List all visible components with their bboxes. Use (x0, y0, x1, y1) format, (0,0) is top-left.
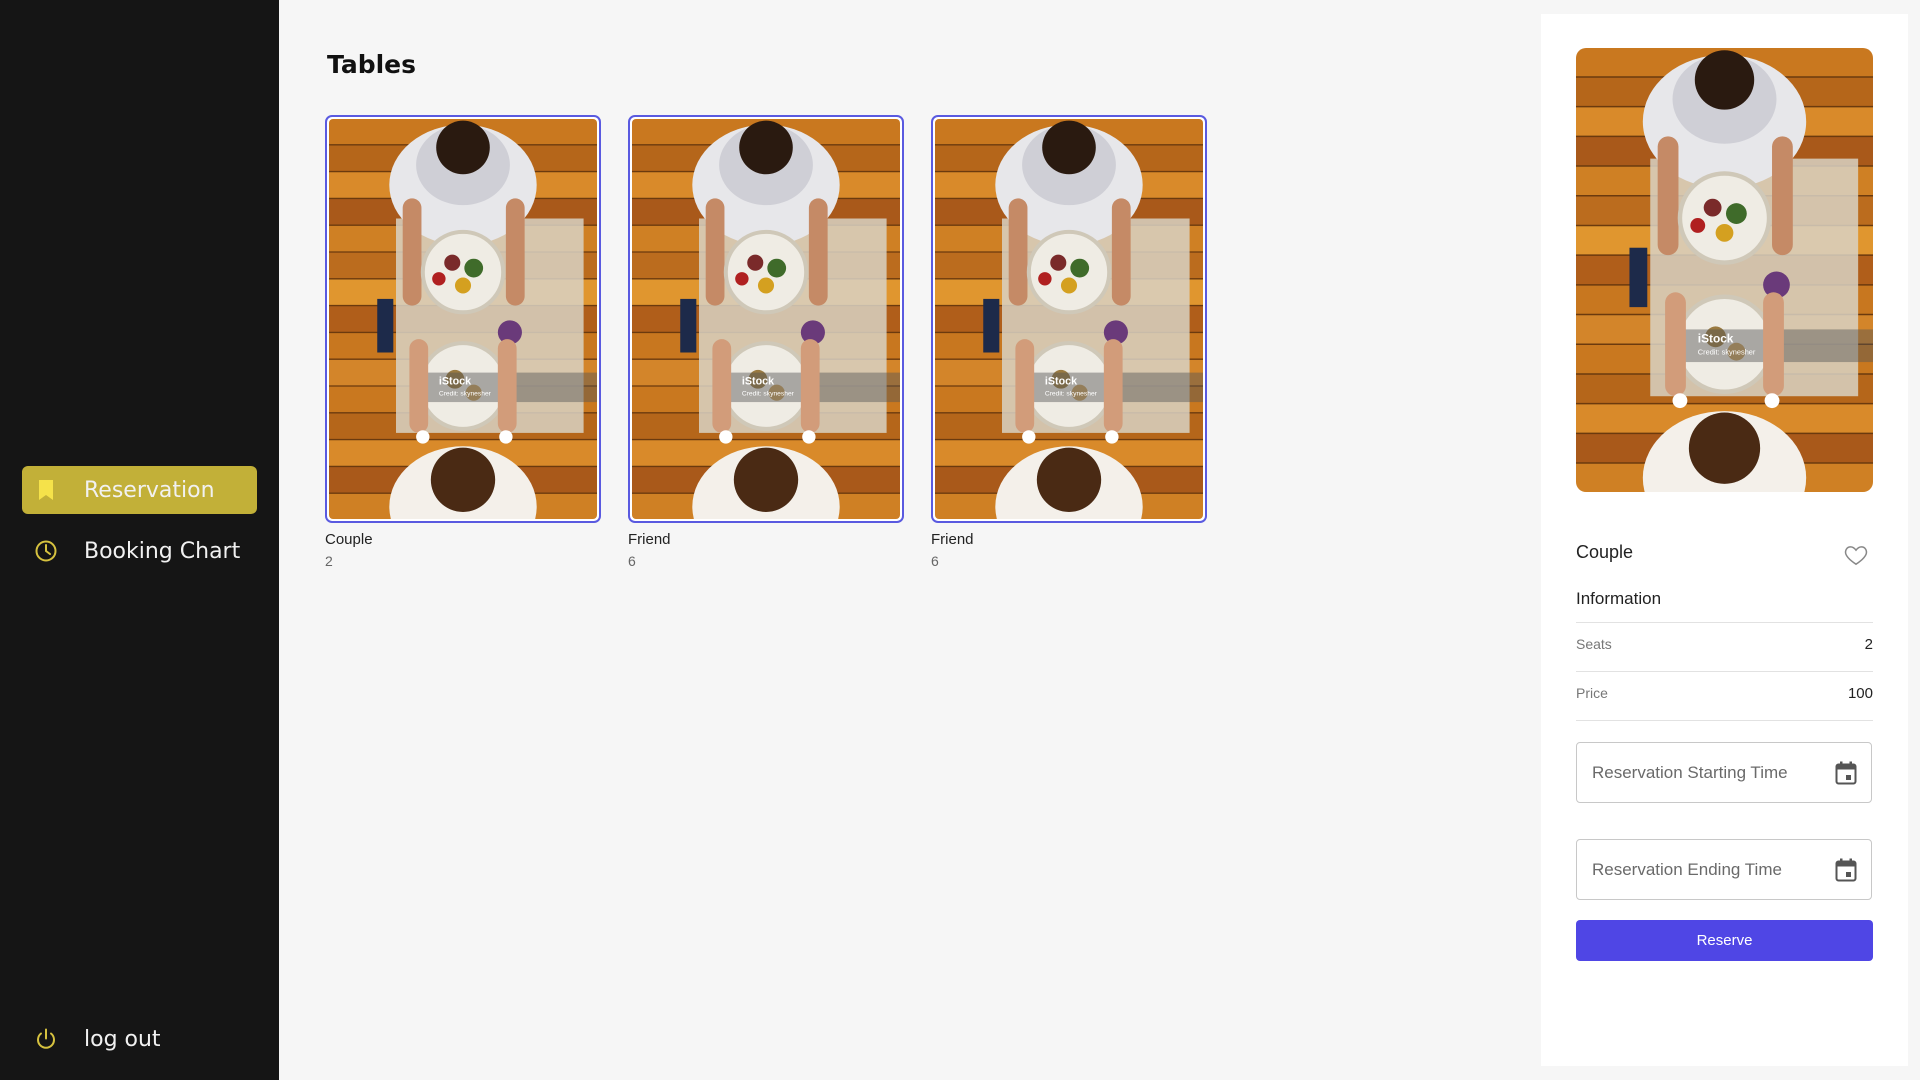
svg-text:Credit: skynesher: Credit: skynesher (1698, 348, 1756, 357)
price-value: 100 (1847, 685, 1873, 702)
reservation-start-field[interactable]: Reservation Starting Time (1576, 742, 1872, 803)
reserve-button[interactable]: Reserve (1576, 920, 1873, 961)
reservation-start-placeholder: Reservation Starting Time (1592, 762, 1788, 782)
seats-row: Seats 2 (1576, 636, 1873, 653)
logout-button[interactable]: log out (22, 1015, 257, 1063)
calendar-icon[interactable] (1833, 760, 1859, 786)
svg-text:iStock: iStock (742, 376, 774, 388)
divider (1576, 622, 1873, 623)
seats-value: 2 (1864, 636, 1873, 653)
table-photo: iStock Credit: skynesher (628, 115, 904, 523)
divider (1576, 671, 1873, 672)
table-photo: iStock Credit: skynesher (931, 115, 1207, 523)
svg-text:Credit: skynesher: Credit: skynesher (742, 390, 795, 397)
sidebar-item-reservation[interactable]: Reservation (22, 466, 257, 514)
svg-text:Credit: skynesher: Credit: skynesher (439, 390, 492, 397)
table-card[interactable]: iStock Credit: skynesher Friend 6 (628, 115, 904, 569)
seats-label: Seats (1576, 636, 1612, 652)
table-photo: iStock Credit: skynesher (325, 115, 601, 523)
table-seats: 2 (325, 553, 333, 569)
selected-table-photo: iStock Credit: skynesher (1576, 48, 1873, 492)
page-title: Tables (327, 50, 417, 79)
information-heading: Information (1576, 589, 1662, 608)
table-details-panel: iStock Credit: skynesher Couple Informat… (1541, 14, 1908, 1066)
reservation-end-field[interactable]: Reservation Ending Time (1576, 839, 1872, 900)
reservation-end-placeholder: Reservation Ending Time (1592, 859, 1782, 879)
calendar-icon[interactable] (1833, 857, 1859, 883)
sidebar: Reservation Booking Chart log out (0, 0, 279, 1080)
logout-label: log out (84, 1026, 161, 1052)
table-seats: 6 (628, 553, 636, 569)
sidebar-item-booking-chart[interactable]: Booking Chart (22, 527, 257, 575)
svg-text:iStock: iStock (1698, 332, 1734, 346)
svg-text:Credit: skynesher: Credit: skynesher (1045, 390, 1098, 397)
svg-text:iStock: iStock (439, 376, 471, 388)
selected-table-name: Couple (1576, 542, 1634, 562)
sidebar-item-label: Booking Chart (84, 538, 241, 564)
bookmark-icon (34, 478, 58, 502)
price-label: Price (1576, 685, 1608, 701)
table-name: Couple (325, 531, 373, 548)
divider (1576, 720, 1873, 721)
table-card[interactable]: iStock Credit: skynesher Friend 6 (931, 115, 1207, 569)
table-seats: 6 (931, 553, 939, 569)
price-row: Price 100 (1576, 685, 1873, 702)
table-name: Friend (931, 531, 974, 548)
heart-icon[interactable] (1843, 542, 1869, 568)
sidebar-item-label: Reservation (84, 477, 215, 503)
power-icon (34, 1027, 58, 1051)
svg-text:iStock: iStock (1045, 376, 1077, 388)
table-name: Friend (628, 531, 671, 548)
clock-icon (34, 539, 58, 563)
table-card[interactable]: iStock Credit: skynesher Couple 2 (325, 115, 601, 569)
main-content: Tables iStock Credit: skynesher Couple 2 (279, 0, 1540, 1080)
